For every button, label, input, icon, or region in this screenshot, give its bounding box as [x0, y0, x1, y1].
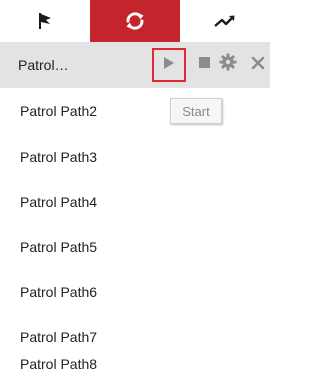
ptz-panel: Patrol… Patrol Path2 Patrol Path3 Patrol…: [0, 0, 270, 376]
tab-preset[interactable]: [0, 0, 90, 42]
start-tooltip: Start: [170, 98, 222, 124]
flag-icon: [37, 12, 53, 30]
patrol-item-label: Patrol…: [18, 57, 69, 73]
list-item-label: Patrol Path3: [20, 149, 98, 165]
tab-patrol[interactable]: [90, 0, 180, 42]
gear-icon: [219, 53, 237, 76]
trend-icon: [213, 13, 237, 29]
list-item[interactable]: Patrol Path2: [0, 88, 270, 134]
list-item[interactable]: Patrol Path5: [0, 224, 270, 270]
list-item-label: Patrol Path5: [20, 239, 98, 255]
sync-icon: [124, 10, 146, 32]
list-item[interactable]: Patrol Path6: [0, 269, 270, 315]
close-icon: [251, 56, 265, 75]
list-item-label: Patrol Path2: [20, 103, 98, 119]
settings-button[interactable]: [218, 53, 238, 76]
play-icon: [163, 56, 175, 75]
list-item-label: Patrol Path8: [20, 356, 98, 372]
list-item[interactable]: Patrol Path3: [0, 134, 270, 180]
stop-button[interactable]: [198, 55, 210, 73]
list-item[interactable]: Patrol Path4: [0, 179, 270, 225]
tab-bar: [0, 0, 270, 43]
patrol-actions: [144, 42, 270, 88]
close-button[interactable]: [248, 55, 268, 75]
list-item-label: Patrol Path4: [20, 194, 98, 210]
start-button[interactable]: [152, 48, 186, 82]
tab-pattern[interactable]: [180, 0, 270, 42]
list-item-label: Patrol Path6: [20, 284, 98, 300]
stop-icon: [198, 55, 210, 73]
list-item[interactable]: Patrol Path8: [0, 341, 270, 387]
